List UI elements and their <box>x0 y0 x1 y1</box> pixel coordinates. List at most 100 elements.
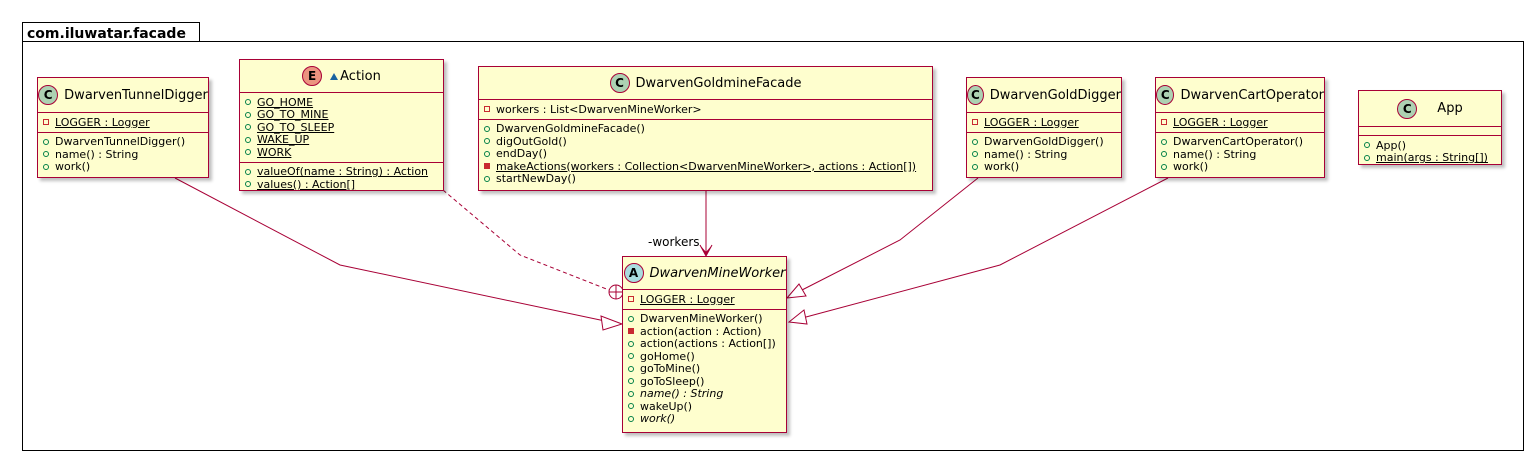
method-row: name() : String <box>1161 148 1324 161</box>
method-text: values() : Action[] <box>257 177 356 191</box>
cart-operator-extends-link <box>805 177 1169 318</box>
class-name: DwarvenMineWorker <box>649 265 786 281</box>
method-row: work() <box>43 160 208 173</box>
method-row: DwarvenMineWorker() <box>628 312 786 325</box>
method-text: name() : String <box>1173 147 1257 161</box>
method-text: DwarvenTunnelDigger() <box>55 135 186 149</box>
method-row: DwarvenGoldDigger() <box>972 135 1121 149</box>
public-visibility-icon <box>1364 154 1370 161</box>
public-visibility-icon <box>245 149 251 156</box>
public-visibility-icon <box>484 138 490 145</box>
method-row: name() : String <box>972 148 1121 161</box>
package-visibility-icon <box>330 72 339 80</box>
method-text: digOutGold() <box>496 134 567 148</box>
class-methods: DwarvenCartOperator() name() : String wo… <box>1156 133 1324 177</box>
public-visibility-icon <box>245 136 251 143</box>
class-name: DwarvenTunnelDigger <box>64 87 208 103</box>
class-name: Action <box>340 68 381 84</box>
public-visibility-icon <box>484 125 490 132</box>
enum-stereotype-icon: E <box>302 66 323 86</box>
field-row: GO_HOME <box>245 96 443 109</box>
public-visibility-icon <box>245 168 251 175</box>
class-dwarven-goldmine-facade[interactable]: C DwarvenGoldmineFacade workers : List<D… <box>478 66 933 191</box>
method-text: work() <box>1173 160 1209 174</box>
method-row: action(actions : Action[]) <box>628 337 786 351</box>
field-text: GO_HOME <box>257 95 314 109</box>
gold-digger-extends-arrowhead <box>785 283 807 299</box>
cart-operator-extends-arrowhead <box>787 309 808 325</box>
public-visibility-icon <box>484 175 490 182</box>
class-methods: App() main(args : String[]) <box>1359 136 1501 167</box>
public-visibility-icon <box>628 315 634 322</box>
method-text: DwarvenCartOperator() <box>1173 135 1304 149</box>
field-row: LOGGER : Logger <box>628 293 786 306</box>
private-visibility-icon <box>484 106 490 113</box>
class-dwarven-cart-operator[interactable]: C DwarvenCartOperator LOGGER : Logger Dw… <box>1155 77 1325 178</box>
method-row: DwarvenTunnelDigger() <box>43 135 208 149</box>
field-text: LOGGER : Logger <box>1173 115 1268 129</box>
class-fields: LOGGER : Logger <box>623 290 786 310</box>
field-text: WAKE_UP <box>257 133 310 147</box>
public-visibility-icon <box>972 163 978 170</box>
method-text: main(args : String[]) <box>1376 151 1488 165</box>
private-visibility-icon <box>628 328 634 335</box>
class-stereotype-icon: C <box>967 85 984 105</box>
method-text: work() <box>984 160 1020 174</box>
public-visibility-icon <box>628 340 634 347</box>
class-dwarven-mine-worker[interactable]: A DwarvenMineWorker LOGGER : Logger Dwar… <box>622 256 787 433</box>
public-visibility-icon <box>628 353 634 360</box>
public-visibility-icon <box>972 151 978 158</box>
field-row: GO_TO_SLEEP <box>245 121 443 134</box>
private-visibility-icon <box>43 119 49 126</box>
public-visibility-icon <box>1161 138 1167 145</box>
class-dwarven-gold-digger[interactable]: C DwarvenGoldDigger LOGGER : Logger Dwar… <box>966 77 1122 178</box>
enum-action[interactable]: E Action GO_HOME GO_TO_MINE GO_TO_SLEEP … <box>239 59 444 191</box>
class-header: C DwarvenCartOperator <box>1156 78 1324 113</box>
gold-digger-extends-link <box>801 177 979 291</box>
field-row: LOGGER : Logger <box>43 116 208 129</box>
method-text: DwarvenGoldDigger() <box>984 135 1104 149</box>
public-visibility-icon <box>245 124 251 131</box>
method-row: App() <box>1364 139 1501 152</box>
public-visibility-icon <box>1364 142 1370 149</box>
public-visibility-icon <box>1161 151 1167 158</box>
method-row: endDay() <box>484 147 932 160</box>
class-name: DwarvenGoldDigger <box>989 87 1121 103</box>
class-methods: DwarvenTunnelDigger() name() : String wo… <box>38 133 208 177</box>
field-row: WAKE_UP <box>245 133 443 147</box>
field-text: WORK <box>257 145 292 159</box>
method-row: work() <box>1161 160 1324 174</box>
method-row: makeActions(workers : Collection<Dwarven… <box>484 160 932 173</box>
public-visibility-icon <box>245 111 251 118</box>
public-visibility-icon <box>628 415 634 422</box>
method-text: action(actions : Action[]) <box>640 337 776 351</box>
class-name: App <box>1437 101 1463 116</box>
class-fields-empty <box>1359 127 1501 136</box>
method-row: digOutGold() <box>484 135 932 148</box>
method-text: name() : String <box>984 147 1068 161</box>
public-visibility-icon <box>245 99 251 106</box>
method-row: goToSleep() <box>628 375 786 388</box>
method-row: work() <box>628 412 786 426</box>
method-text: name() : String <box>640 387 724 401</box>
field-row: workers : List<DwarvenMineWorker> <box>484 103 932 116</box>
method-text: work() <box>640 412 676 426</box>
method-text: action(action : Action) <box>640 324 762 338</box>
method-text: valueOf(name : String) : Action <box>257 165 429 179</box>
public-visibility-icon <box>628 378 634 385</box>
method-row: name() : String <box>43 148 208 161</box>
method-row: values() : Action[] <box>245 178 443 191</box>
method-text: makeActions(workers : Collection<Dwarven… <box>496 159 917 173</box>
class-app[interactable]: C App App() main(args : String[]) <box>1358 90 1502 165</box>
method-row: DwarvenCartOperator() <box>1161 135 1324 149</box>
method-row: work() <box>972 160 1121 174</box>
field-text: LOGGER : Logger <box>55 115 150 129</box>
field-text: workers : List<DwarvenMineWorker> <box>496 102 702 116</box>
field-row: GO_TO_MINE <box>245 108 443 121</box>
private-visibility-icon <box>1161 119 1167 126</box>
class-dwarven-tunnel-digger[interactable]: C DwarvenTunnelDigger LOGGER : Logger Dw… <box>37 77 209 178</box>
public-visibility-icon <box>245 181 251 188</box>
method-row: main(args : String[]) <box>1364 151 1501 165</box>
public-visibility-icon <box>43 151 49 158</box>
class-stereotype-icon: C <box>1156 85 1175 105</box>
